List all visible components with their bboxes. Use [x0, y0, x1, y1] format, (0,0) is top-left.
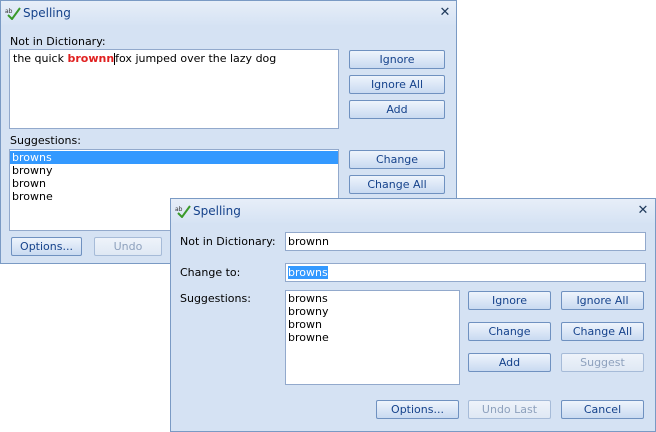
ignore-all-button[interactable]: Ignore All — [561, 291, 644, 310]
suggest-button[interactable]: Suggest — [561, 353, 644, 372]
close-icon[interactable]: ✕ — [437, 5, 453, 21]
sentence-textarea[interactable]: the quick brownnfox jumped over the lazy… — [9, 49, 339, 129]
spellcheck-icon: ab — [5, 7, 21, 20]
spelling-dialog-front: ab Spelling ✕ Not in Dictionary: brownn … — [170, 198, 656, 432]
change-button[interactable]: Change — [468, 322, 551, 341]
title-bar[interactable]: ab Spelling ✕ — [1, 1, 456, 25]
svg-text:ab: ab — [175, 206, 183, 213]
list-item[interactable]: browns — [10, 151, 338, 164]
sentence-text-before: the quick — [13, 52, 68, 65]
ignore-all-button[interactable]: Ignore All — [349, 75, 445, 94]
change-to-label: Change to: — [180, 266, 241, 279]
undo-last-button[interactable]: Undo Last — [468, 400, 551, 419]
suggestions-list[interactable]: browns browny brown browne — [285, 290, 460, 385]
change-all-button[interactable]: Change All — [561, 322, 644, 341]
options-button[interactable]: Options... — [376, 400, 459, 419]
dialog-title: Spelling — [193, 204, 241, 218]
suggestions-label: Suggestions: — [180, 292, 251, 305]
misspelled-word: brownn — [67, 52, 115, 65]
svg-text:ab: ab — [5, 8, 13, 15]
list-item[interactable]: browns — [286, 292, 459, 305]
list-item[interactable]: browne — [286, 331, 459, 344]
change-all-button[interactable]: Change All — [349, 175, 445, 194]
dialog-title: Spelling — [23, 6, 71, 20]
change-button[interactable]: Change — [349, 150, 445, 169]
list-item[interactable]: browny — [286, 305, 459, 318]
list-item[interactable]: browny — [10, 164, 338, 177]
spellcheck-icon: ab — [175, 205, 191, 218]
suggestions-label: Suggestions: — [10, 134, 81, 147]
ignore-button[interactable]: Ignore — [468, 291, 551, 310]
list-item[interactable]: brown — [10, 177, 338, 190]
change-to-input[interactable]: browns — [285, 263, 646, 282]
list-item[interactable]: brown — [286, 318, 459, 331]
change-to-value: browns — [288, 266, 328, 279]
ignore-button[interactable]: Ignore — [349, 50, 445, 69]
options-button[interactable]: Options... — [11, 237, 82, 256]
title-bar[interactable]: ab Spelling ✕ — [171, 199, 655, 223]
not-in-dictionary-field[interactable]: brownn — [285, 232, 646, 251]
not-in-dictionary-label: Not in Dictionary: — [180, 235, 276, 248]
close-icon[interactable]: ✕ — [635, 203, 651, 219]
add-button[interactable]: Add — [468, 353, 551, 372]
sentence-text-after: fox jumped over the lazy dog — [115, 52, 277, 65]
add-button[interactable]: Add — [349, 100, 445, 119]
not-in-dictionary-label: Not in Dictionary: — [10, 35, 106, 48]
cancel-button[interactable]: Cancel — [561, 400, 644, 419]
undo-button[interactable]: Undo — [94, 237, 162, 256]
